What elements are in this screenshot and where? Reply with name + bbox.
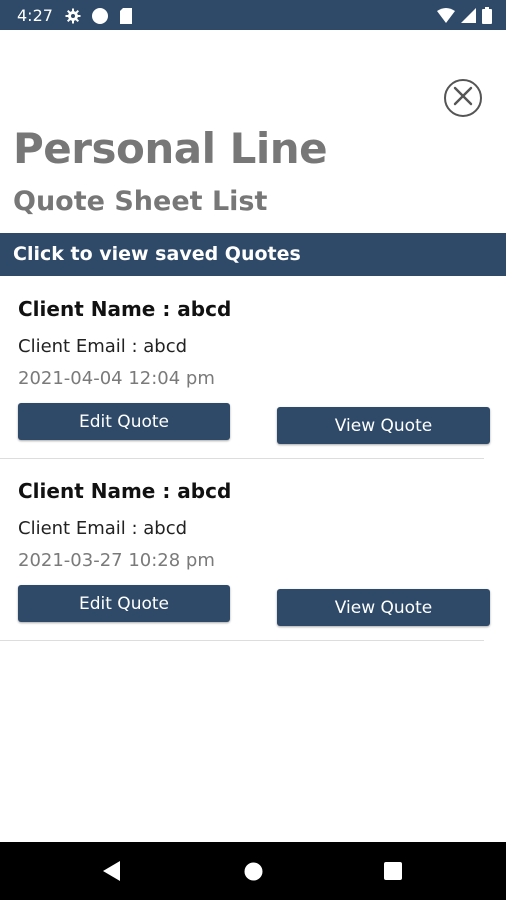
quote-list-item: Client Name : abcd Client Email : abcd 2…: [0, 459, 506, 641]
view-quote-button[interactable]: View Quote: [277, 589, 490, 626]
client-name: Client Name : abcd: [18, 479, 232, 503]
quote-list-item: Client Name : abcd Client Email : abcd 2…: [0, 277, 506, 459]
status-left-icons: [65, 7, 133, 25]
signal-icon: [461, 8, 476, 23]
gear-icon: [65, 8, 81, 24]
page-title: Personal Line: [13, 124, 328, 173]
quote-date: 2021-04-04 12:04 pm: [18, 368, 215, 389]
navigation-bar: [0, 842, 506, 900]
saved-quotes-banner: Click to view saved Quotes: [0, 233, 506, 276]
close-button[interactable]: [444, 79, 482, 117]
client-email: Client Email : abcd: [18, 336, 188, 357]
wifi-icon: [437, 8, 455, 23]
view-quote-button[interactable]: View Quote: [277, 407, 490, 444]
back-triangle-icon[interactable]: [103, 861, 121, 886]
status-bar: 4:27: [0, 0, 506, 30]
edit-quote-button[interactable]: Edit Quote: [18, 403, 230, 440]
quote-date: 2021-03-27 10:28 pm: [18, 550, 215, 571]
client-email: Client Email : abcd: [18, 518, 188, 539]
client-name: Client Name : abcd: [18, 297, 232, 321]
status-right-icons: [437, 7, 492, 24]
recents-square-icon[interactable]: [384, 862, 402, 885]
status-time: 4:27: [17, 6, 53, 25]
divider: [0, 640, 484, 641]
edit-quote-button[interactable]: Edit Quote: [18, 585, 230, 622]
close-icon: [453, 86, 473, 111]
home-circle-icon[interactable]: [244, 862, 263, 886]
battery-icon: [482, 7, 492, 24]
circle-icon: [91, 7, 109, 25]
page-subtitle: Quote Sheet List: [13, 186, 268, 217]
sd-card-icon: [119, 8, 133, 24]
